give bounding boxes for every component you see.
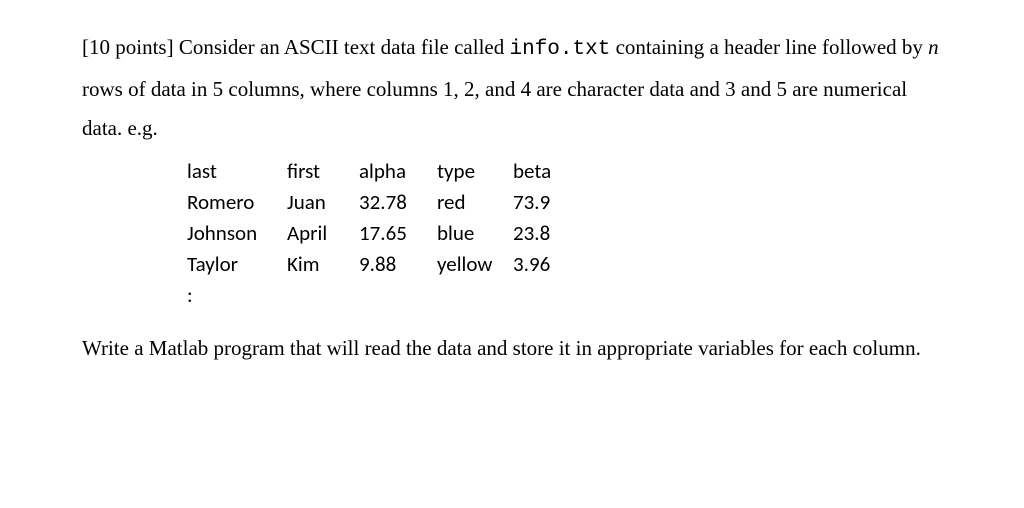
- cell-last: Romero: [187, 187, 287, 218]
- task-paragraph: Write a Matlab program that will read th…: [82, 329, 942, 368]
- cell-alpha: 17.65: [359, 218, 437, 249]
- cell-alpha: 9.88: [359, 249, 437, 280]
- cell-first: Kim: [287, 249, 359, 280]
- header-col-alpha: alpha: [359, 156, 437, 187]
- filename: info.txt: [510, 38, 611, 61]
- table-header-row: last first alpha type beta: [187, 156, 942, 187]
- problem-intro: [10 points] Consider an ASCII text data …: [82, 28, 942, 148]
- cell-type: yellow: [437, 249, 513, 280]
- cell-type: red: [437, 187, 513, 218]
- header-col-first: first: [287, 156, 359, 187]
- cell-last: Taylor: [187, 249, 287, 280]
- cell-beta: 73.9: [513, 187, 573, 218]
- points-label: [10 points]: [82, 35, 174, 59]
- problem-container: [10 points] Consider an ASCII text data …: [0, 0, 1024, 368]
- intro-text-2: containing a header line followed by: [610, 35, 928, 59]
- cell-type: blue: [437, 218, 513, 249]
- table-row: Johnson April 17.65 blue 23.8: [187, 218, 942, 249]
- cell-alpha: 32.78: [359, 187, 437, 218]
- table-row: Romero Juan 32.78 red 73.9: [187, 187, 942, 218]
- cell-first: April: [287, 218, 359, 249]
- cell-first: Juan: [287, 187, 359, 218]
- data-table: last first alpha type beta Romero Juan 3…: [187, 156, 942, 311]
- cell-beta: 3.96: [513, 249, 573, 280]
- table-row: Taylor Kim 9.88 yellow 3.96: [187, 249, 942, 280]
- header-col-beta: beta: [513, 156, 573, 187]
- header-col-last: last: [187, 156, 287, 187]
- cell-beta: 23.8: [513, 218, 573, 249]
- cell-last: Johnson: [187, 218, 287, 249]
- n-variable: n: [928, 35, 939, 59]
- intro-text-3: rows of data in 5 columns, where columns…: [82, 77, 907, 140]
- header-col-type: type: [437, 156, 513, 187]
- table-ellipsis: :: [187, 280, 942, 311]
- ellipsis-text: :: [187, 280, 287, 311]
- intro-text-1: Consider an ASCII text data file called: [174, 35, 510, 59]
